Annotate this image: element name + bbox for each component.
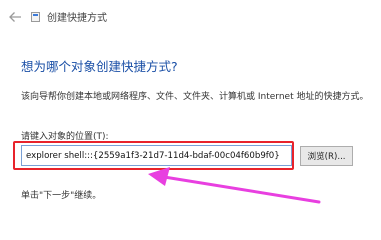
location-label: 请键入对象的位置(T): bbox=[21, 132, 109, 142]
page-heading: 想为哪个对象创建快捷方式? bbox=[21, 59, 178, 74]
shortcut-icon bbox=[31, 12, 40, 22]
title-bar: 创建快捷方式 bbox=[0, 0, 381, 28]
location-input[interactable] bbox=[21, 145, 292, 166]
back-arrow-icon[interactable] bbox=[8, 11, 22, 23]
hint-text: 单击"下一步"继续。 bbox=[21, 191, 102, 201]
wizard-description: 该向导帮你创建本地或网络程序、文件、文件夹、计算机或 Internet 地址的快… bbox=[21, 92, 369, 102]
annotation-arrow bbox=[148, 167, 321, 204]
browse-button[interactable]: 浏览(R)... bbox=[300, 146, 353, 166]
window-title: 创建快捷方式 bbox=[47, 13, 107, 24]
